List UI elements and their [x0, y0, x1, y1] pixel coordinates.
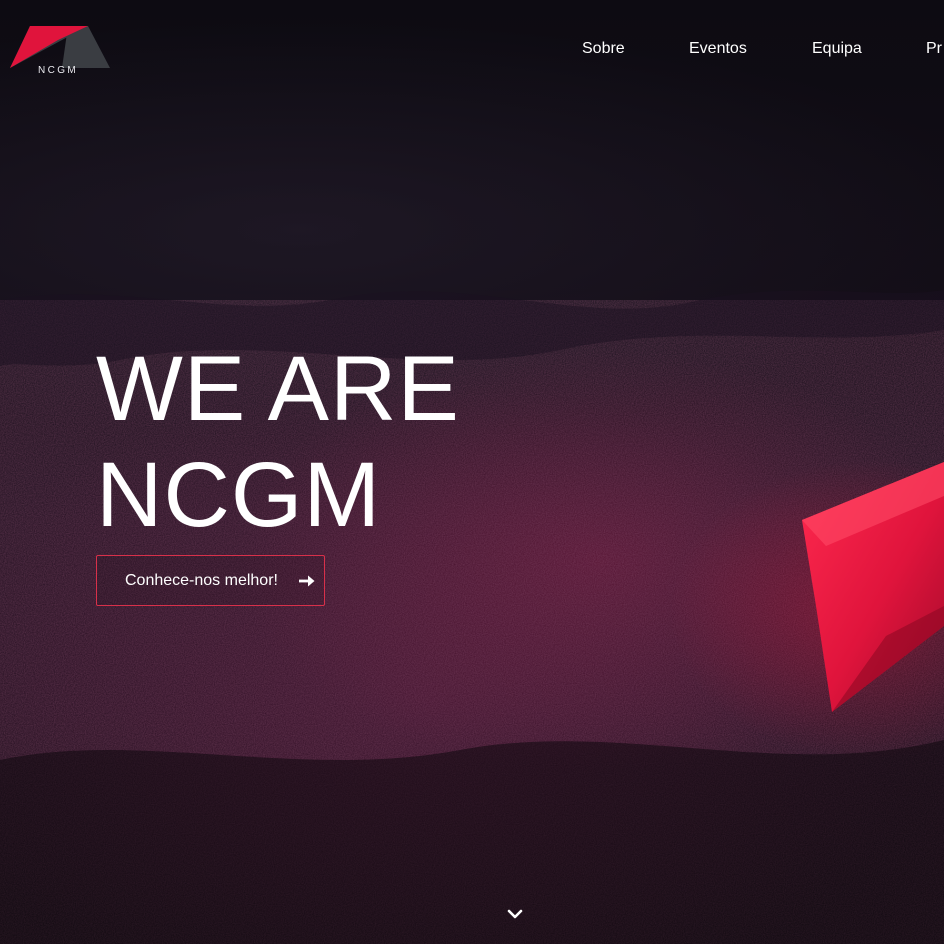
nav-item-eventos[interactable]: Eventos — [689, 40, 747, 58]
ncgm-logo[interactable]: NCGM — [10, 24, 110, 76]
logo-text: NCGM — [38, 65, 79, 76]
nav-item-sobre[interactable]: Sobre — [582, 40, 625, 58]
nav-item-equipa[interactable]: Equipa — [812, 40, 862, 58]
conhece-nos-button[interactable]: Conhece-nos melhor! — [96, 555, 325, 606]
hero-headline: WE ARE NCGM — [96, 336, 460, 548]
headline-line-2: NCGM — [96, 444, 382, 546]
arrow-right-icon — [299, 575, 315, 587]
cta-label: Conhece-nos melhor! — [125, 572, 278, 589]
headline-line-1: WE ARE — [96, 338, 460, 440]
nav-item-projetos[interactable]: Pr — [926, 40, 942, 58]
red-crystal-image — [802, 462, 944, 712]
hero-section: NCGM Sobre Eventos Equipa Pr WE ARE NCGM… — [0, 0, 944, 944]
logo-mark-icon — [10, 26, 110, 68]
chevron-down-icon[interactable] — [506, 907, 524, 921]
